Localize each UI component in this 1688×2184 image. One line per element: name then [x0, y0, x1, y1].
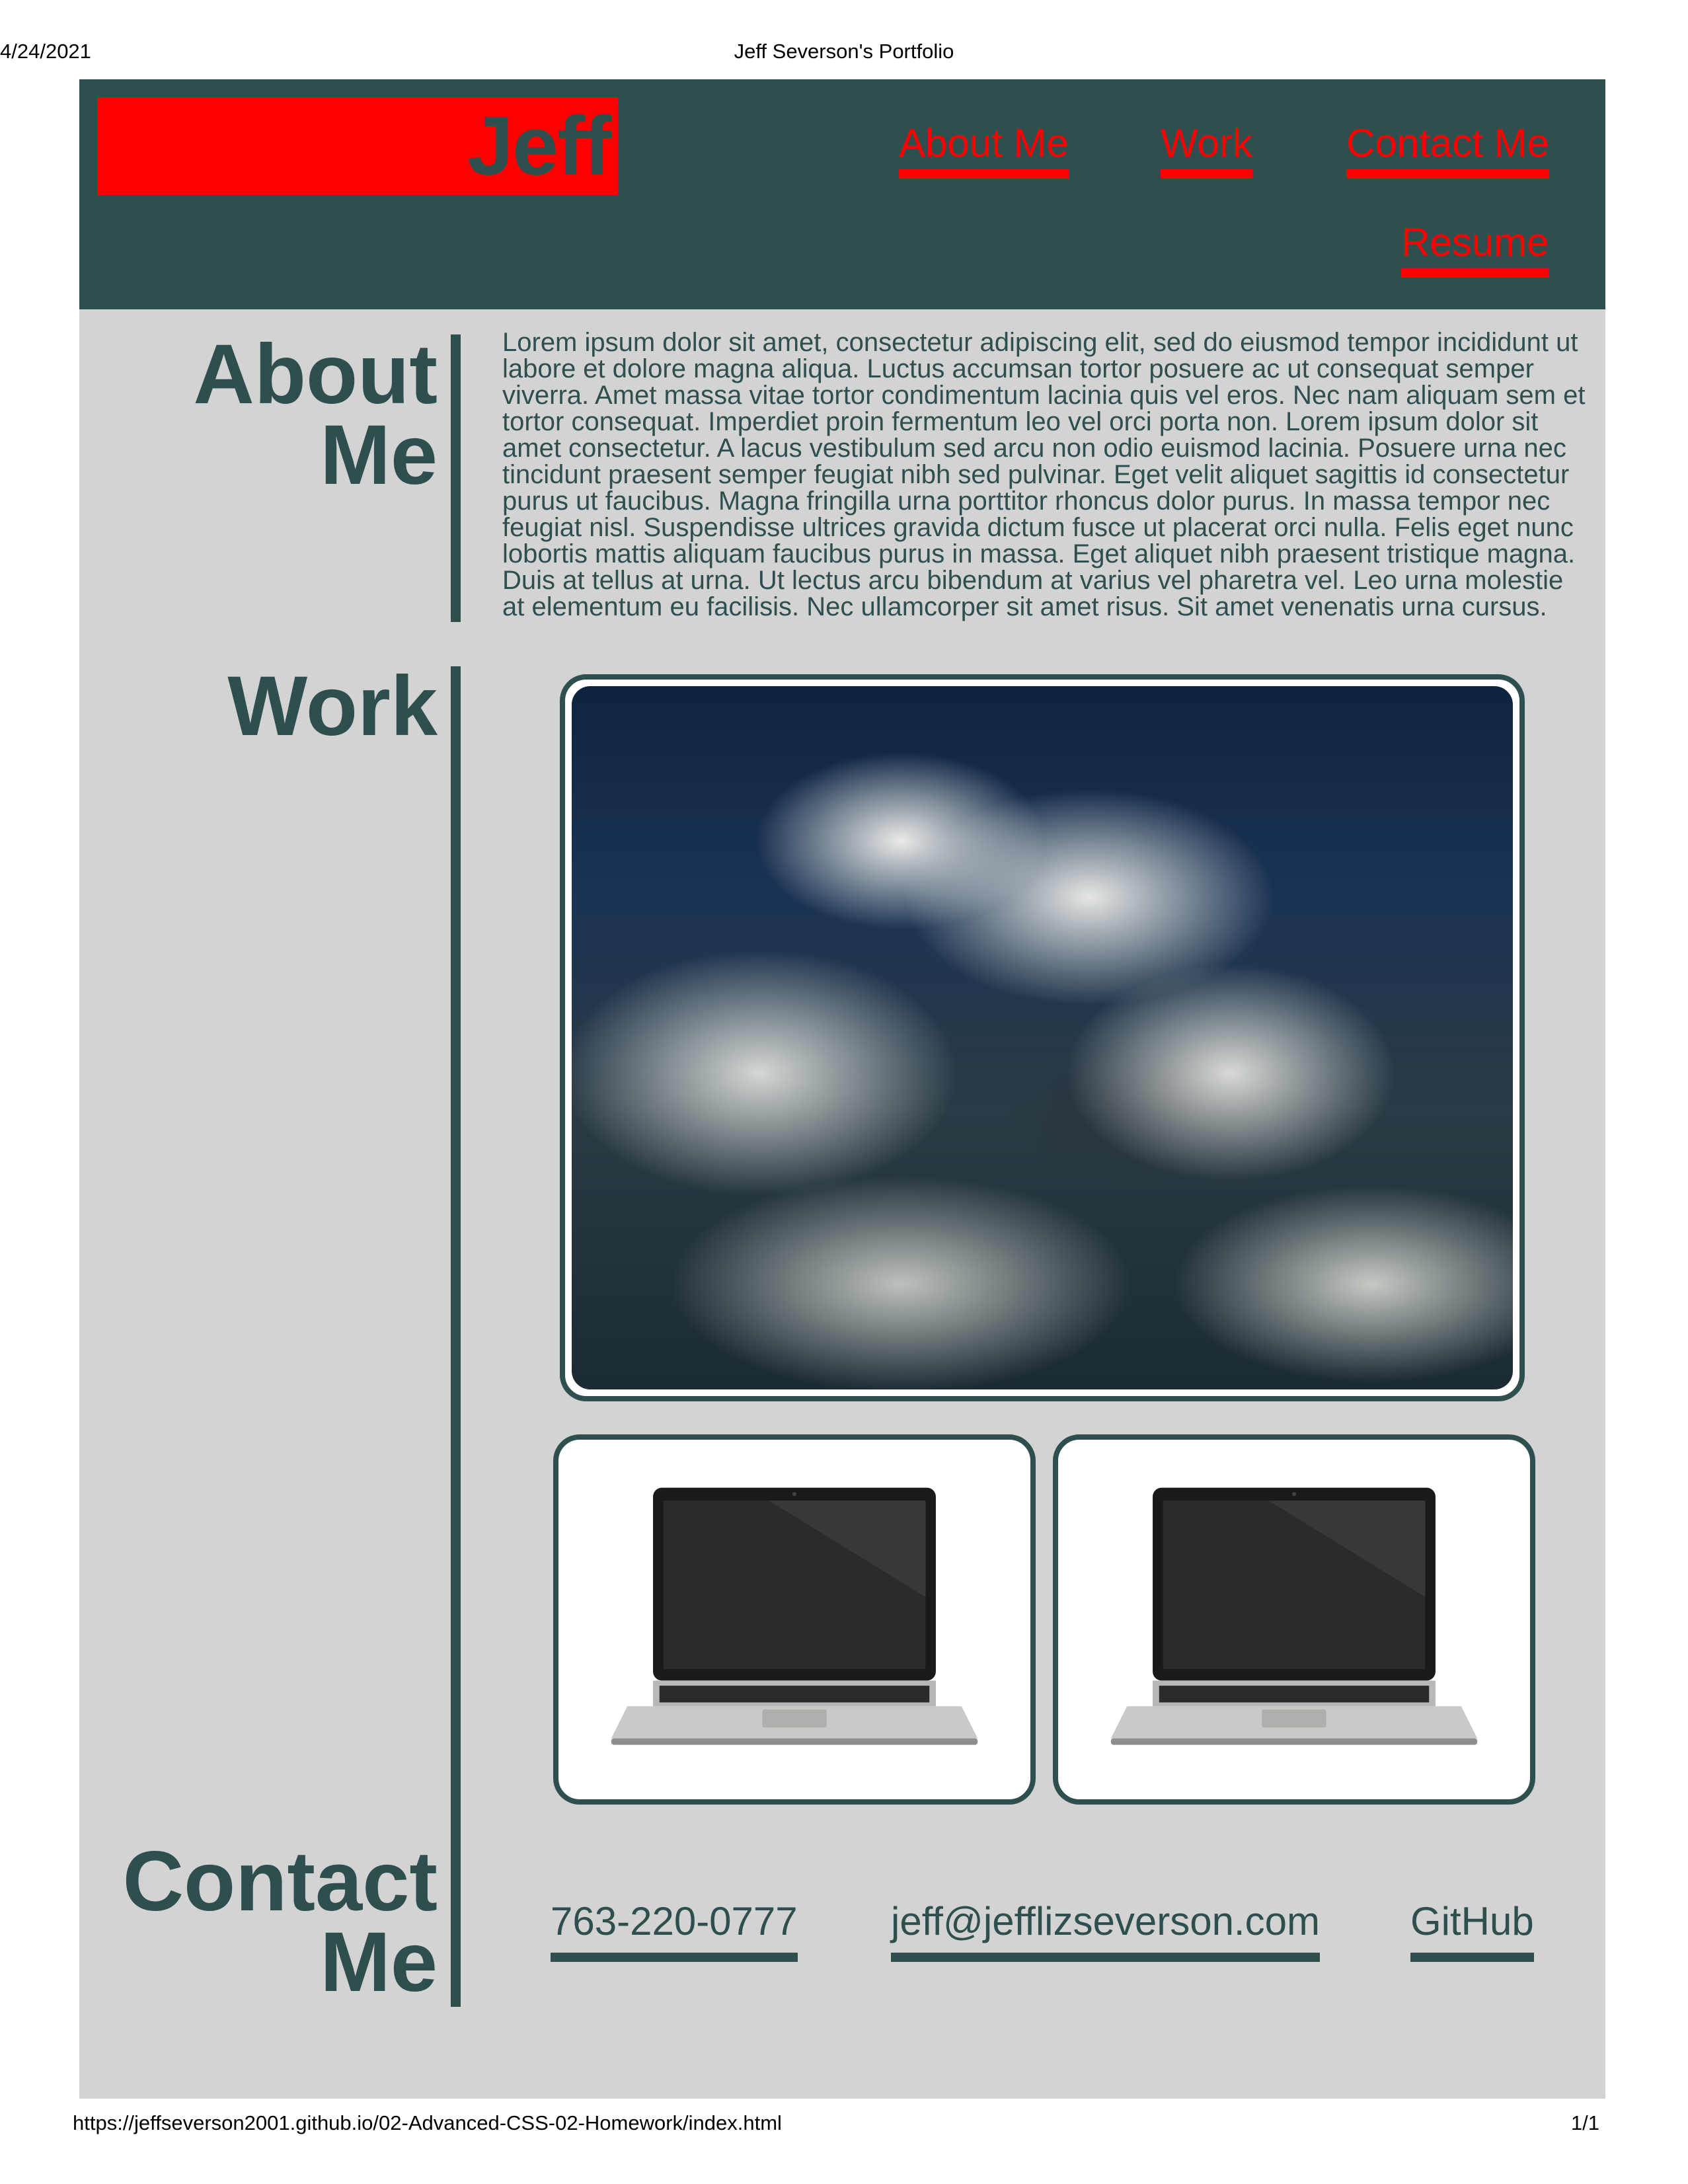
print-page-number: 1/1: [1570, 2111, 1599, 2134]
about-paragraph: Lorem ipsum dolor sit amet, consectetur …: [502, 328, 1586, 621]
about-title-line1: About: [193, 327, 438, 422]
laptop-image: [1110, 1487, 1478, 1745]
site-header: Jeff About Me Work Contact Me Resume: [79, 79, 1605, 309]
portfolio-page: Jeff About Me Work Contact Me Resume Abo…: [79, 79, 1605, 2099]
work-image-clouds[interactable]: [560, 674, 1525, 1401]
print-url: https://jeffseverson2001.github.io/02-Ad…: [73, 2111, 782, 2134]
contact-github-link[interactable]: GitHub: [1410, 1898, 1534, 1962]
nav-about-me[interactable]: About Me: [899, 120, 1069, 178]
print-title: Jeff Severson's Portfolio: [734, 40, 954, 63]
about-title-line2: Me: [320, 408, 438, 502]
contact-section-title: Contact Me: [79, 1834, 461, 2009]
nav-work[interactable]: Work: [1161, 120, 1252, 178]
nav-contact-me[interactable]: Contact Me: [1346, 120, 1549, 178]
work-image-laptop-2[interactable]: [1053, 1434, 1535, 1805]
print-header: 4/24/2021 Jeff Severson's Portfolio: [0, 40, 1688, 69]
work-title-text: Work: [227, 659, 438, 754]
contact-email-link[interactable]: jeff@jefflizseverson.com: [891, 1898, 1320, 1962]
site-logo[interactable]: Jeff: [97, 97, 618, 195]
contact-phone-link[interactable]: 763-220-0777: [551, 1898, 798, 1962]
laptop-image: [611, 1487, 978, 1745]
nav-resume[interactable]: Resume: [1401, 219, 1549, 278]
clouds-image: [572, 686, 1513, 1389]
about-section-title: About Me: [79, 327, 461, 622]
work-section-title: Work: [79, 659, 461, 1880]
contact-title-line1: Contact: [122, 1834, 438, 1929]
contact-title-line2: Me: [320, 1915, 438, 2009]
print-footer: https://jeffseverson2001.github.io/02-Ad…: [0, 2111, 1688, 2140]
work-image-laptop-1[interactable]: [553, 1434, 1036, 1805]
